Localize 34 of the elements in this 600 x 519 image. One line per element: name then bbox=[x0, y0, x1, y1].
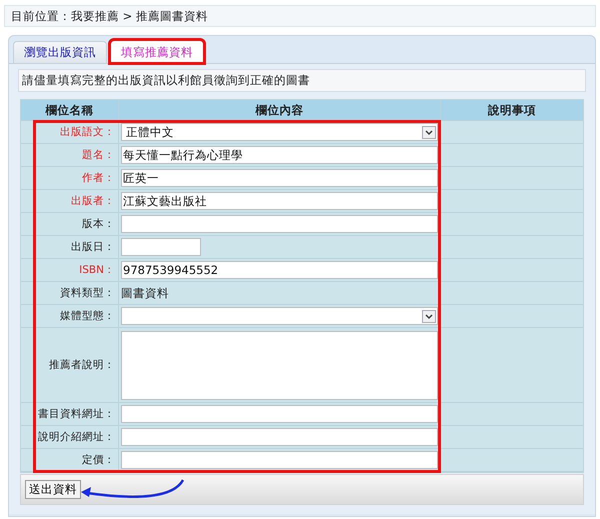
field-value: 圖書資料 bbox=[121, 286, 169, 300]
field-label: 出版日： bbox=[21, 236, 119, 259]
field-label: 媒體型態： bbox=[21, 305, 119, 328]
field-label: ISBN： bbox=[21, 259, 119, 282]
tab[interactable]: 填寫推薦資料 bbox=[110, 40, 204, 63]
dropdown[interactable]: 正體中文 bbox=[121, 123, 438, 141]
input-field[interactable] bbox=[121, 215, 438, 233]
text-area[interactable] bbox=[121, 330, 438, 400]
input-field[interactable] bbox=[121, 428, 438, 446]
column-header: 欄位內容 bbox=[119, 100, 441, 121]
input-field[interactable] bbox=[121, 238, 201, 256]
input-field[interactable] bbox=[121, 405, 438, 423]
field-label: 版本： bbox=[21, 213, 119, 236]
breadcrumb-text: 目前位置：我要推薦 > 推薦圖書資料 bbox=[11, 9, 208, 23]
field-label: 出版語文： bbox=[21, 121, 119, 144]
field-label: 出版者： bbox=[21, 190, 119, 213]
field-label: 題名： bbox=[21, 144, 119, 167]
field-label: 定價： bbox=[21, 449, 119, 472]
field-label: 說明介紹網址： bbox=[21, 426, 119, 449]
input-field[interactable] bbox=[121, 451, 438, 469]
field-label: 資料類型： bbox=[21, 282, 119, 305]
input-field[interactable]: 9787539945552 bbox=[121, 261, 438, 279]
column-header: 欄位名稱 bbox=[21, 100, 119, 121]
dropdown-value: 正體中文 bbox=[126, 124, 174, 140]
input-field[interactable]: 匠英一 bbox=[121, 169, 438, 187]
field-label: 作者： bbox=[21, 167, 119, 190]
column-header: 說明事項 bbox=[441, 100, 583, 121]
field-label: 書目資料網址： bbox=[21, 403, 119, 426]
field-label: 推薦者說明： bbox=[21, 328, 119, 403]
input-field[interactable]: 每天懂一點行為心理學 bbox=[121, 146, 438, 164]
instruction-text: 請儘量填寫完整的出版資訊以利館員徵詢到正確的圖書 bbox=[18, 69, 586, 92]
input-field[interactable]: 江蘇文藝出版社 bbox=[121, 192, 438, 210]
tab[interactable]: 瀏覽出版資訊 bbox=[13, 41, 107, 63]
submit-button[interactable]: 送出資料 bbox=[25, 480, 81, 499]
